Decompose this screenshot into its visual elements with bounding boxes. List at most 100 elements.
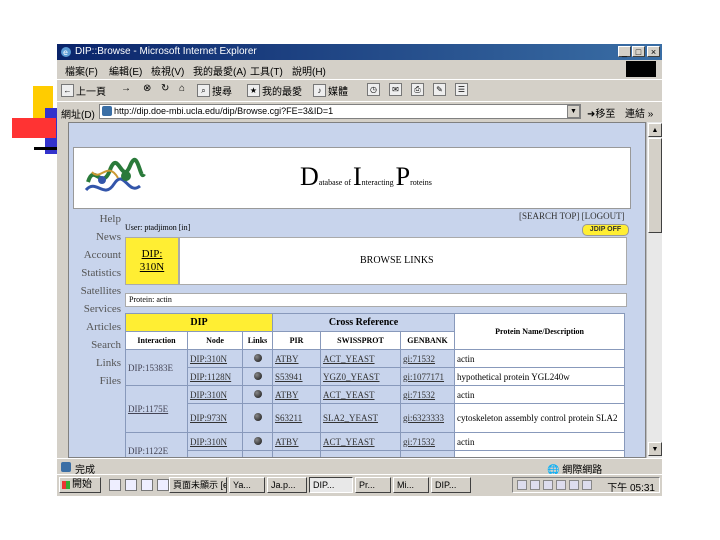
links-cell[interactable] bbox=[241, 403, 274, 433]
node-link[interactable]: DIP:1128N bbox=[187, 367, 243, 386]
jdip-toggle[interactable]: JDIP OFF bbox=[582, 224, 629, 236]
nav-help[interactable]: Help bbox=[100, 213, 121, 225]
refresh-button[interactable]: ↻ bbox=[161, 83, 169, 94]
discuss-button[interactable]: ☰ bbox=[455, 83, 468, 96]
swissprot-link[interactable]: SLA2_YEAST bbox=[320, 403, 402, 433]
nav-services[interactable]: Services bbox=[84, 303, 121, 315]
minimize-button[interactable]: _ bbox=[618, 46, 631, 57]
vertical-scrollbar[interactable]: ▲ ▼ bbox=[646, 122, 662, 458]
genbank-link[interactable]: gi:71532 bbox=[400, 385, 456, 404]
dip-node-link[interactable]: DIP: 310N bbox=[126, 248, 178, 274]
address-input[interactable]: http://dip.doe-mbi.ucla.edu/dip/Browse.c… bbox=[99, 104, 581, 119]
link-ball-icon bbox=[253, 371, 262, 380]
genbank-link[interactable]: gi:1077171 bbox=[400, 367, 456, 386]
history-button[interactable]: ◷ bbox=[367, 83, 380, 96]
interaction-id[interactable]: DIP:1122E bbox=[125, 432, 188, 457]
scroll-thumb[interactable] bbox=[648, 138, 662, 233]
nav-articles[interactable]: Articles bbox=[86, 321, 121, 333]
node-link[interactable]: DIP:973N bbox=[187, 403, 243, 433]
node-link[interactable]: DIP:310N bbox=[187, 385, 243, 404]
swissprot-link[interactable]: YGZ0_YEAST bbox=[320, 367, 402, 386]
menu-help[interactable]: 說明(H) bbox=[292, 63, 326, 78]
node-link[interactable]: DIP:310N bbox=[187, 432, 243, 451]
tray-icon[interactable] bbox=[556, 480, 566, 490]
taskbar-item[interactable]: Ya... bbox=[229, 477, 265, 493]
edit-icon: ✎ bbox=[433, 83, 446, 96]
dip-prefix: DIP: bbox=[141, 248, 163, 260]
links-cell[interactable] bbox=[241, 432, 274, 451]
swissprot-link[interactable]: ACT_YEAST bbox=[320, 349, 402, 368]
quicklaunch-icon[interactable] bbox=[157, 479, 169, 491]
taskbar-item-active[interactable]: DIP... bbox=[309, 477, 353, 493]
tray-icon[interactable] bbox=[517, 480, 527, 490]
forward-button[interactable]: → bbox=[121, 83, 131, 94]
taskbar-item[interactable]: Mi... bbox=[393, 477, 429, 493]
menu-view[interactable]: 檢視(V) bbox=[151, 63, 184, 78]
pir-link[interactable]: ATBY bbox=[272, 385, 322, 404]
pir-link[interactable]: S63211 bbox=[272, 403, 322, 433]
media-button[interactable]: ♪ 媒體 bbox=[313, 83, 348, 98]
taskbar-item[interactable]: DIP... bbox=[431, 477, 471, 493]
scroll-down-arrow-icon[interactable]: ▼ bbox=[648, 442, 662, 456]
edit-button[interactable]: ✎ bbox=[433, 83, 446, 96]
genbank-link[interactable]: gi:71532 bbox=[400, 349, 456, 368]
print-button[interactable]: ⎙ bbox=[411, 83, 424, 96]
quicklaunch-icon[interactable] bbox=[141, 479, 153, 491]
swissprot-link[interactable]: ACT_YEAST bbox=[320, 432, 402, 451]
nav-search[interactable]: Search bbox=[91, 339, 121, 351]
taskbar-item[interactable]: Pr... bbox=[355, 477, 391, 493]
tray-icon[interactable] bbox=[569, 480, 579, 490]
nav-files[interactable]: Files bbox=[100, 375, 121, 387]
search-top-logout-links[interactable]: [SEARCH TOP] [LOGOUT] bbox=[519, 211, 625, 221]
taskbar-item[interactable]: Ja.p... bbox=[267, 477, 307, 493]
nav-statistics[interactable]: Statistics bbox=[81, 267, 121, 279]
tray-icon[interactable] bbox=[530, 480, 540, 490]
start-button[interactable]: 開始 bbox=[59, 477, 101, 493]
taskbar: 開始 頁面未顯示 [el... Ya... Ja.p... DIP... Pr.… bbox=[57, 474, 662, 496]
genbank-link[interactable]: gi:6323333 bbox=[400, 403, 456, 433]
menu-favorites[interactable]: 我的最愛(A) bbox=[193, 63, 246, 78]
quicklaunch-icon[interactable] bbox=[109, 479, 121, 491]
maximize-button[interactable]: □ bbox=[632, 46, 645, 57]
home-button[interactable]: ⌂ bbox=[179, 83, 185, 94]
address-url: http://dip.doe-mbi.ucla.edu/dip/Browse.c… bbox=[114, 106, 334, 116]
swissprot-link[interactable]: ACT_YEAST bbox=[320, 385, 402, 404]
nav-satellites[interactable]: Satellites bbox=[81, 285, 121, 297]
tray-icon[interactable] bbox=[582, 480, 592, 490]
pir-link[interactable]: ATBY bbox=[272, 432, 322, 451]
title-bar[interactable]: e DIP::Browse - Microsoft Internet Explo… bbox=[57, 44, 662, 60]
interaction-id[interactable]: DIP:1175E bbox=[125, 385, 188, 433]
interaction-id[interactable]: DIP:15383E bbox=[125, 349, 188, 386]
menu-tools[interactable]: 工具(T) bbox=[250, 63, 283, 78]
back-button[interactable]: ← 上一頁 bbox=[61, 83, 106, 98]
go-button[interactable]: ➜移至 bbox=[587, 105, 615, 120]
links-cell[interactable] bbox=[241, 367, 274, 386]
links-cell[interactable] bbox=[241, 349, 274, 368]
refresh-icon: ↻ bbox=[161, 83, 170, 94]
pir-link[interactable]: S53941 bbox=[272, 367, 322, 386]
node-link[interactable]: DIP:310N bbox=[187, 349, 243, 368]
browse-links-title: BROWSE LINKS bbox=[360, 255, 434, 266]
tray-icon[interactable] bbox=[543, 480, 553, 490]
nav-account[interactable]: Account bbox=[84, 249, 121, 261]
menu-file[interactable]: 檔案(F) bbox=[65, 63, 98, 78]
address-dropdown-icon[interactable]: ▼ bbox=[567, 105, 580, 118]
nav-links[interactable]: Links bbox=[96, 357, 121, 369]
links-button[interactable]: 連結 » bbox=[625, 105, 653, 120]
forward-arrow-icon: → bbox=[121, 83, 131, 94]
favorites-button[interactable]: ★ 我的最愛 bbox=[247, 83, 302, 98]
quicklaunch-icon[interactable] bbox=[125, 479, 137, 491]
menu-edit[interactable]: 編輯(E) bbox=[109, 63, 142, 78]
pir-link[interactable]: ATBY bbox=[272, 349, 322, 368]
nav-news[interactable]: News bbox=[96, 231, 121, 243]
genbank-link[interactable]: gi:71532 bbox=[400, 432, 456, 451]
links-cell[interactable] bbox=[241, 385, 274, 404]
stop-button[interactable]: ⊗ bbox=[143, 83, 151, 94]
close-button[interactable]: × bbox=[647, 46, 660, 57]
protein-description: actin bbox=[454, 385, 626, 404]
title-letter-i: I bbox=[352, 162, 362, 191]
mail-button[interactable]: ✉ bbox=[389, 83, 402, 96]
scroll-up-arrow-icon[interactable]: ▲ bbox=[648, 123, 662, 137]
taskbar-item[interactable]: 頁面未顯示 [el... bbox=[169, 477, 227, 493]
search-button[interactable]: ⌕ 搜尋 bbox=[197, 83, 232, 98]
